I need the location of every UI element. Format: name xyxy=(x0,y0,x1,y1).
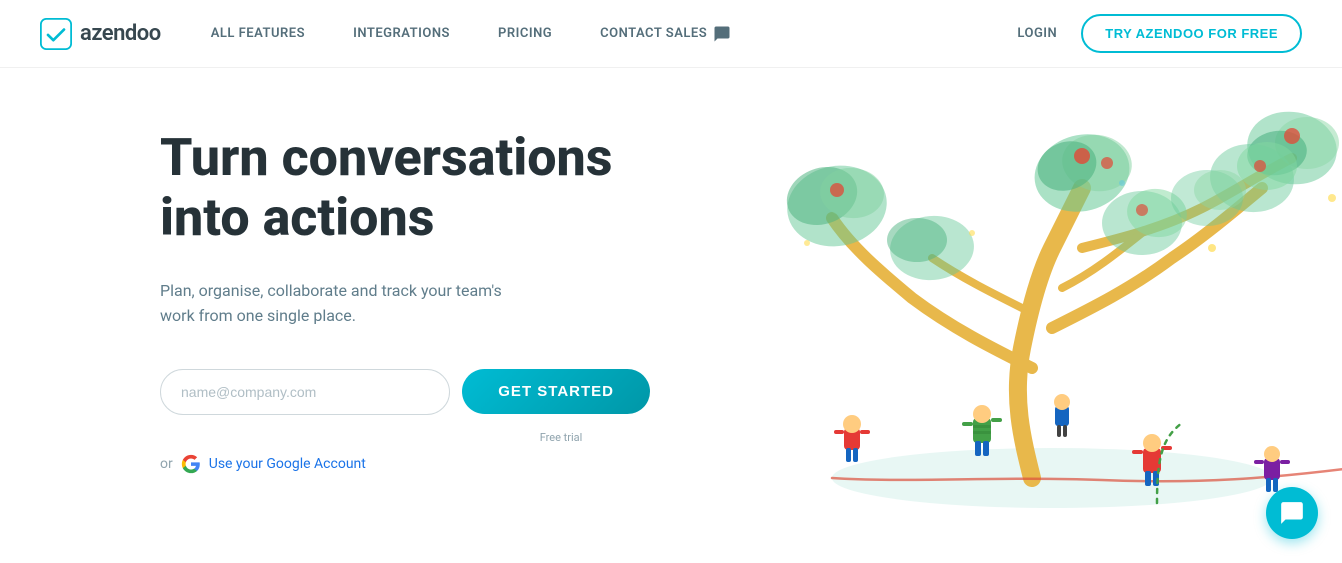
nav-contact-sales-wrap: CONTACT SALES xyxy=(600,25,731,43)
google-signin-row: or Use your Google Account xyxy=(160,454,650,474)
free-trial-label: Free trial xyxy=(472,431,650,444)
logo-icon xyxy=(40,18,72,50)
nav-contact-sales[interactable]: CONTACT SALES xyxy=(600,26,707,41)
nav-pricing[interactable]: PRICING xyxy=(498,26,552,41)
navbar: azendoo ALL FEATURES INTEGRATIONS PRICIN… xyxy=(0,0,1342,68)
chat-button[interactable] xyxy=(1266,487,1318,539)
nav-all-features[interactable]: ALL FEATURES xyxy=(211,26,305,41)
google-signin-link[interactable]: Use your Google Account xyxy=(209,456,366,472)
email-cta-row: GET STARTED xyxy=(160,369,650,415)
nav-links: ALL FEATURES INTEGRATIONS PRICING CONTAC… xyxy=(211,25,1018,43)
or-text: or xyxy=(160,456,173,472)
nav-integrations[interactable]: INTEGRATIONS xyxy=(353,26,450,41)
left-content: Turn conversations into actions Plan, or… xyxy=(0,68,650,563)
get-started-button[interactable]: GET STARTED xyxy=(462,369,650,414)
hero-illustration xyxy=(642,68,1342,563)
brand-name: azendoo xyxy=(80,21,161,46)
tree-illustration xyxy=(652,68,1342,563)
hero-title: Turn conversations into actions xyxy=(160,128,650,248)
login-link[interactable]: LOGIN xyxy=(1017,26,1057,41)
message-icon xyxy=(713,25,731,43)
google-icon xyxy=(181,454,201,474)
nav-actions: LOGIN TRY AZENDOO FOR FREE xyxy=(1017,14,1302,53)
main-content: Turn conversations into actions Plan, or… xyxy=(0,68,1342,563)
logo[interactable]: azendoo xyxy=(40,18,161,50)
chat-button-icon xyxy=(1279,500,1305,526)
email-input[interactable] xyxy=(160,369,450,415)
hero-subtitle: Plan, organise, collaborate and track yo… xyxy=(160,278,540,329)
try-azendoo-button[interactable]: TRY AZENDOO FOR FREE xyxy=(1081,14,1302,53)
